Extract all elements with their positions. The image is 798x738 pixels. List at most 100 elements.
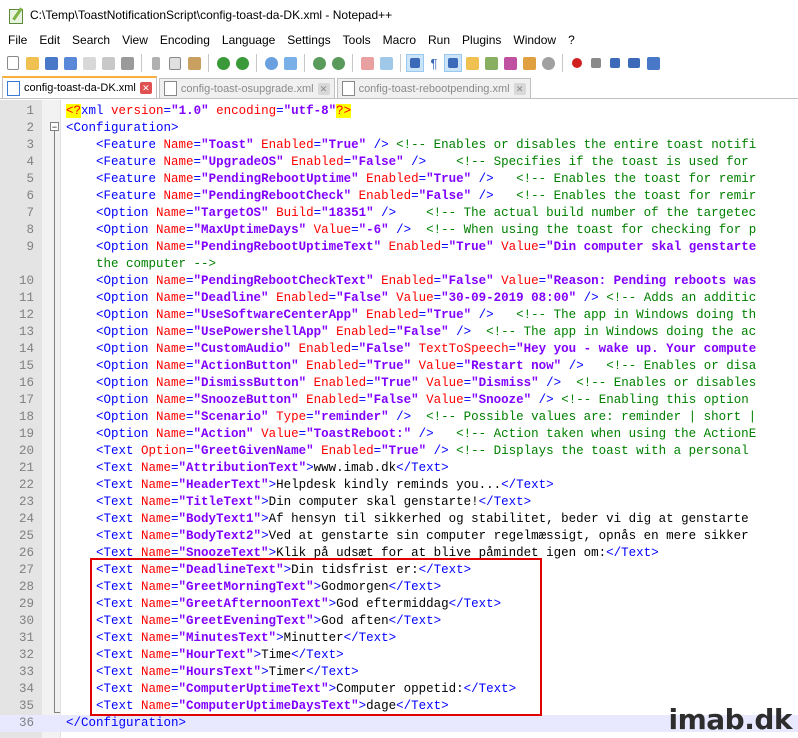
close-tab-icon[interactable]: ✕ — [513, 82, 526, 95]
close-all-icon[interactable] — [99, 54, 117, 72]
indent-guide-icon[interactable] — [444, 54, 462, 72]
code-token: "UsePowershellApp" — [193, 325, 337, 339]
code-line: 1 <?xml version="1.0" encoding="utf-8"?> — [0, 103, 798, 120]
tab-config-toast-rebootpending[interactable]: config-toast-rebootpending.xml ✕ — [336, 78, 531, 98]
sync-vertical-icon[interactable] — [358, 54, 376, 72]
line-number: 10 — [18, 274, 34, 288]
zoom-out-icon[interactable] — [329, 54, 347, 72]
paste-icon[interactable] — [185, 54, 203, 72]
window-title: C:\Temp\ToastNotificationScript\config-t… — [30, 8, 393, 22]
code-token: Value — [396, 291, 434, 305]
monitoring-icon[interactable] — [539, 54, 557, 72]
code-token: "False" — [441, 274, 502, 288]
code-token: Name — [156, 410, 187, 424]
file-icon — [7, 80, 20, 96]
menu-encoding[interactable]: Encoding — [154, 33, 216, 47]
stop-recording-icon[interactable] — [587, 54, 605, 72]
replace-icon[interactable] — [281, 54, 299, 72]
close-tab-icon[interactable]: ✕ — [317, 82, 330, 95]
copy-icon[interactable] — [166, 54, 184, 72]
folder-as-workspace-icon[interactable] — [520, 54, 538, 72]
code-text: <Option Name="Scenario" Type="reminder" … — [66, 409, 756, 426]
code-token: = — [186, 427, 194, 441]
code-token: = — [186, 325, 194, 339]
save-all-icon[interactable] — [61, 54, 79, 72]
code-token: <!-- Enables the toast for remir — [516, 189, 757, 203]
code-token: "True" — [448, 240, 502, 254]
code-token: = — [366, 376, 374, 390]
code-token: /> — [396, 410, 427, 424]
tab-config-toast-osupgrade[interactable]: config-toast-osupgrade.xml ✕ — [158, 78, 335, 98]
show-all-characters-icon[interactable]: ¶ — [425, 54, 443, 72]
code-token: = — [171, 529, 179, 543]
zoom-in-icon[interactable] — [310, 54, 328, 72]
menu-file[interactable]: File — [2, 33, 33, 47]
watermark: imab.dk — [668, 703, 792, 736]
code-token: = — [163, 104, 172, 118]
sync-horizontal-icon[interactable] — [377, 54, 395, 72]
code-token: <Option — [66, 223, 157, 237]
code-token: Name — [156, 393, 187, 407]
function-list-icon[interactable] — [501, 54, 519, 72]
code-text: <Option Name="ActionButton" Enabled="Tru… — [66, 358, 756, 375]
word-wrap-icon[interactable] — [406, 54, 424, 72]
code-token: Value — [261, 427, 299, 441]
code-token: </Text> — [606, 546, 659, 560]
menu-view[interactable]: View — [116, 33, 154, 47]
code-token: Value — [501, 274, 539, 288]
code-token: /> — [478, 172, 517, 186]
menu-help[interactable]: ? — [562, 33, 581, 47]
run-macro-multiple-icon[interactable] — [625, 54, 643, 72]
close-tab-icon[interactable]: ✕ — [139, 82, 152, 94]
code-token: Value — [313, 223, 352, 237]
fold-collapse-icon[interactable]: − — [50, 122, 59, 132]
code-token: /> — [396, 223, 427, 237]
menu-edit[interactable]: Edit — [33, 33, 66, 47]
menu-search[interactable]: Search — [66, 33, 116, 47]
menu-run[interactable]: Run — [422, 33, 456, 47]
open-file-icon[interactable] — [23, 54, 41, 72]
toolbar-separator — [304, 54, 305, 72]
code-token: "False" — [418, 189, 479, 203]
menu-settings[interactable]: Settings — [281, 33, 336, 47]
code-line: 10 <Option Name="PendingRebootCheckText"… — [0, 273, 798, 290]
code-token: "1.0" — [171, 104, 217, 118]
line-number: 6 — [26, 189, 34, 203]
close-file-icon[interactable] — [80, 54, 98, 72]
code-token: = — [358, 359, 367, 373]
editor-area[interactable]: 1 <?xml version="1.0" encoding="utf-8"?> 2… — [0, 100, 798, 738]
code-token: <Option — [66, 376, 157, 390]
code-token: "30-09-2019 08:00" — [441, 291, 584, 305]
code-token: Option — [141, 444, 187, 458]
menu-plugins[interactable]: Plugins — [456, 33, 507, 47]
menu-window[interactable]: Window — [507, 33, 562, 47]
code-token: Enabled — [313, 376, 367, 390]
line-number: 35 — [18, 699, 34, 713]
code-token: Enabled — [321, 444, 374, 458]
print-icon[interactable] — [118, 54, 136, 72]
menu-tools[interactable]: Tools — [337, 33, 377, 47]
code-token: "PendingRebootUptimeText" — [193, 240, 389, 254]
find-icon[interactable] — [262, 54, 280, 72]
save-icon[interactable] — [42, 54, 60, 72]
record-macro-icon[interactable] — [568, 54, 586, 72]
new-file-icon[interactable] — [4, 54, 22, 72]
menu-language[interactable]: Language — [216, 33, 281, 47]
code-token: <!-- Displays the toast with a personal — [456, 444, 749, 458]
line-number: 24 — [18, 512, 34, 526]
playback-macro-icon[interactable] — [606, 54, 624, 72]
code-token: Name — [156, 240, 187, 254]
save-macro-icon[interactable] — [644, 54, 662, 72]
user-defined-language-icon[interactable] — [463, 54, 481, 72]
cut-icon[interactable] — [147, 54, 165, 72]
code-line: the computer --> — [0, 256, 798, 273]
code-token: = — [276, 104, 284, 118]
redo-icon[interactable] — [233, 54, 251, 72]
undo-icon[interactable] — [214, 54, 232, 72]
tab-config-toast-da-dk[interactable]: config-toast-da-DK.xml ✕ — [2, 76, 157, 98]
document-map-icon[interactable] — [482, 54, 500, 72]
code-token: <? — [66, 104, 82, 118]
code-token: <!-- Action taken when using the ActionE — [456, 427, 757, 441]
code-token: = — [388, 325, 397, 339]
menu-macro[interactable]: Macro — [377, 33, 422, 47]
